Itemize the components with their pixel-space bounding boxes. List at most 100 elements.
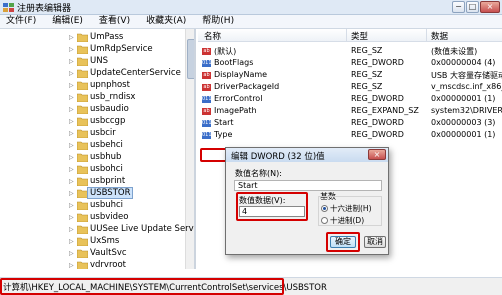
expand-arrow-icon[interactable]: ▷: [69, 262, 74, 269]
tree-item-label: UpdateCenterService: [90, 68, 181, 78]
value-name: Start: [214, 118, 234, 127]
folder-icon: [77, 33, 88, 42]
tree-item-label: usbaudio: [90, 104, 129, 114]
value-name-label: 数值名称(N):: [235, 169, 282, 178]
value-data: 0x00000001 (1): [431, 94, 496, 103]
value-row[interactable]: abDisplayName REG_SZ USB 大容量存储驱动程: [198, 70, 502, 81]
tree-item-label: usbohci: [90, 164, 123, 174]
tree-item-label: UxSms: [90, 236, 120, 246]
tree-item-label: UUSee Live Update Service: [90, 224, 196, 234]
radio-dec[interactable]: 十进制(D): [321, 215, 364, 225]
maximize-button[interactable]: □: [466, 1, 479, 13]
value-type: REG_DWORD: [351, 58, 404, 67]
expand-arrow-icon[interactable]: ▷: [69, 130, 74, 137]
binary-value-icon: 011: [202, 132, 212, 139]
value-type: REG_DWORD: [351, 130, 404, 139]
string-value-icon: ab: [202, 108, 211, 115]
folder-icon: [77, 69, 88, 78]
expand-arrow-icon[interactable]: ▷: [69, 70, 74, 77]
column-header-name[interactable]: 名称: [204, 30, 221, 42]
status-bar: 计算机\HKEY_LOCAL_MACHINE\SYSTEM\CurrentCon…: [0, 277, 502, 295]
value-name: (默认): [214, 47, 237, 56]
radio-hex-dot[interactable]: [321, 205, 328, 212]
value-row[interactable]: abDriverPackageId REG_SZ v_mscdsc.inf_x86_…: [198, 82, 502, 93]
tree-scroll-thumb[interactable]: [187, 39, 194, 79]
radio-hex[interactable]: 十六进制(H): [321, 203, 372, 213]
menu-file[interactable]: 文件(F): [6, 15, 36, 28]
expand-arrow-icon[interactable]: ▷: [69, 58, 74, 65]
close-button[interactable]: ×: [480, 1, 500, 13]
value-type: REG_SZ: [351, 82, 383, 91]
folder-icon: [77, 81, 88, 90]
expand-arrow-icon[interactable]: ▷: [69, 190, 74, 197]
menu-edit[interactable]: 编辑(E): [52, 15, 83, 28]
value-row[interactable]: 011 ErrorControl REG_DWORD 0x00000001 (1): [198, 94, 502, 105]
folder-icon: [77, 105, 88, 114]
expand-arrow-icon[interactable]: ▷: [69, 34, 74, 41]
value-row[interactable]: 011 Start REG_DWORD 0x00000003 (3): [198, 118, 502, 129]
tree-item-label: usbvideo: [90, 212, 129, 222]
minimize-button[interactable]: −: [452, 1, 465, 13]
string-value-icon: ab: [202, 84, 211, 91]
expand-arrow-icon[interactable]: ▷: [69, 82, 74, 89]
column-header-type[interactable]: 类型: [351, 30, 368, 42]
value-name: DriverPackageId: [214, 82, 280, 91]
regedit-icon: [3, 3, 14, 12]
value-data: v_mscdsc.inf_x86_neutr: [431, 82, 502, 91]
expand-arrow-icon[interactable]: ▷: [69, 226, 74, 233]
value-type: REG_DWORD: [351, 118, 404, 127]
folder-icon: [77, 153, 88, 162]
dialog-title-bar: 编辑 DWORD (32 位)值 ×: [226, 148, 388, 162]
value-name: ErrorControl: [214, 94, 263, 103]
key-tree[interactable]: ▷ UmPass ▷ UmRdpService ▷ UNS ▷ UpdateCenterSer…: [0, 29, 196, 269]
tree-item-label: VaultSvc: [90, 248, 127, 258]
expand-arrow-icon[interactable]: ▷: [69, 178, 74, 185]
folder-icon: [77, 93, 88, 102]
column-header-data[interactable]: 数据: [431, 30, 448, 42]
expand-arrow-icon[interactable]: ▷: [69, 214, 74, 221]
tree-item-label: usbehci: [90, 140, 123, 150]
radio-hex-label: 十六进制(H): [330, 204, 372, 213]
binary-value-icon: 011: [202, 96, 212, 103]
radio-dec-label: 十进制(D): [330, 216, 365, 225]
cancel-button[interactable]: 取消: [364, 236, 386, 248]
value-data: system32\DRIVERS\US: [431, 106, 502, 115]
expand-arrow-icon[interactable]: ▷: [69, 166, 74, 173]
ok-highlight: [326, 232, 360, 252]
list-header: 名称 类型 数据: [198, 29, 502, 42]
value-row[interactable]: 011 Type REG_DWORD 0x00000001 (1): [198, 130, 502, 141]
folder-icon: [77, 57, 88, 66]
expand-arrow-icon[interactable]: ▷: [69, 142, 74, 149]
expand-arrow-icon[interactable]: ▷: [69, 202, 74, 209]
string-value-icon: ab: [202, 72, 211, 79]
value-data: 0x00000001 (1): [431, 130, 496, 139]
expand-arrow-icon[interactable]: ▷: [69, 106, 74, 113]
tree-item[interactable]: ▷ vdrvroot: [0, 259, 185, 269]
expand-arrow-icon[interactable]: ▷: [69, 238, 74, 245]
title-bar: 注册表编辑器 − □ ×: [0, 0, 502, 15]
value-name: BootFlags: [214, 58, 254, 67]
menu-view[interactable]: 查看(V): [99, 15, 130, 28]
value-name: Type: [214, 130, 233, 139]
value-name-field[interactable]: Start: [234, 180, 382, 191]
value-row[interactable]: 011 BootFlags REG_DWORD 0x00000004 (4): [198, 58, 502, 69]
expand-arrow-icon[interactable]: ▷: [69, 46, 74, 53]
expand-arrow-icon[interactable]: ▷: [69, 94, 74, 101]
tree-item-label: usbuhci: [90, 200, 124, 210]
radio-dec-dot[interactable]: [321, 217, 328, 224]
folder-icon: [77, 249, 88, 258]
folder-icon: [77, 117, 88, 126]
menu-favorites[interactable]: 收藏夹(A): [146, 15, 186, 28]
value-row[interactable]: ab (默认) REG_SZ (数值未设置): [198, 46, 502, 57]
expand-arrow-icon[interactable]: ▷: [69, 250, 74, 257]
value-row[interactable]: abImagePath REG_EXPAND_SZ system32\DRIVERS…: [198, 106, 502, 117]
dialog-close-button[interactable]: ×: [368, 149, 386, 160]
folder-icon: [77, 237, 88, 246]
folder-icon: [77, 201, 88, 210]
tree-item-label: usbhub: [90, 152, 122, 162]
expand-arrow-icon[interactable]: ▷: [69, 118, 74, 125]
expand-arrow-icon[interactable]: ▷: [69, 154, 74, 161]
value-name: DisplayName: [214, 70, 268, 79]
menu-help[interactable]: 帮助(H): [202, 15, 234, 28]
value-type: REG_SZ: [351, 70, 383, 79]
